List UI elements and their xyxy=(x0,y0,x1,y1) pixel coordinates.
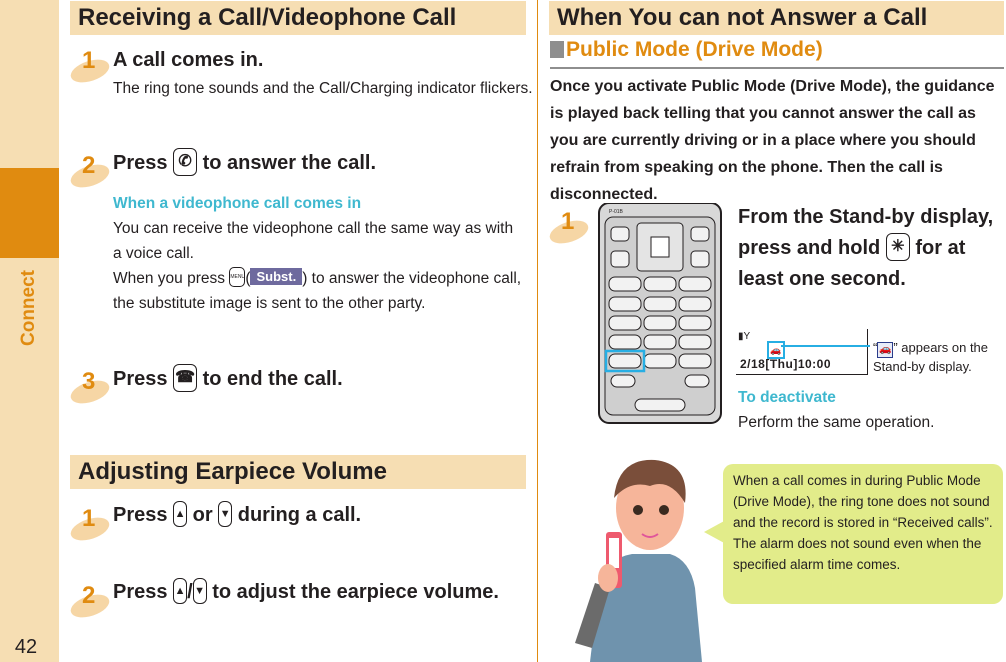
chapter-marker xyxy=(0,168,59,258)
volume-up-key-icon: ▲ xyxy=(173,577,188,604)
volume-step-number-1: 1 xyxy=(67,505,116,545)
volume-step-1-title: Press ▲ or ▼ during a call. xyxy=(113,500,361,530)
videophone-subheading: When a videophone call comes in xyxy=(113,195,362,212)
section-heading-cannot-answer: When You can not Answer a Call xyxy=(549,1,1004,35)
step-1-body: The ring tone sounds and the Call/Chargi… xyxy=(113,80,533,97)
step-number-1: 1 xyxy=(67,47,116,87)
public-mode-heading: Public Mode (Drive Mode) xyxy=(550,38,823,62)
volume-step-2-title: Press ▲/▼ to adjust the earpiece volume. xyxy=(113,577,513,607)
page-number: 42 xyxy=(14,636,38,658)
drive-mode-car-icon: 🚗 xyxy=(877,342,894,358)
public-mode-intro: Once you activate Public Mode (Drive Mod… xyxy=(550,78,995,203)
call-key-icon: ✆ xyxy=(173,147,198,176)
column-divider xyxy=(537,0,538,662)
public-step-1-title: From the Stand-by display, press and hol… xyxy=(738,206,994,290)
step-number-2: 2 xyxy=(67,152,116,192)
end-call-key-icon: ☎ xyxy=(173,363,198,392)
volume-down-key-icon: ▼ xyxy=(192,577,207,604)
chapter-label: Connect xyxy=(11,268,47,348)
step-2-title: Press ✆ to answer the call. xyxy=(113,147,376,178)
section-heading-receiving: Receiving a Call/Videophone Call xyxy=(70,1,526,35)
deactivate-body: Perform the same operation. xyxy=(738,414,935,431)
chapter-label-text: Connect xyxy=(18,270,39,346)
menu-key-icon: MENU xyxy=(229,266,246,287)
step-1-title: A call comes in. xyxy=(113,49,264,71)
drive-mode-note-bubble: When a call comes in during Public Mode … xyxy=(723,464,1003,604)
heading-rule xyxy=(550,67,1004,69)
volume-up-key-icon: ▲ xyxy=(173,500,188,527)
deactivate-subheading: To deactivate xyxy=(738,389,836,406)
phone-keypad-illustration: P-01B xyxy=(598,203,722,424)
standby-datetime: 2/18[Thu]10:00 xyxy=(740,357,832,371)
step-number-3: 3 xyxy=(67,368,116,408)
star-key-icon: ✳ xyxy=(885,232,910,261)
volume-down-key-icon: ▼ xyxy=(218,500,233,527)
signal-antenna-icon: ▮Y xyxy=(738,331,751,342)
section-heading-volume: Adjusting Earpiece Volume xyxy=(70,455,526,489)
public-step-number-1: 1 xyxy=(546,208,595,248)
callout-leader-line xyxy=(781,345,870,347)
step-3-title: Press ☎ to end the call. xyxy=(113,363,343,394)
standby-display-excerpt: ▮Y 🚗 2/18[Thu]10:00 xyxy=(736,329,868,375)
square-bullet-icon xyxy=(550,41,564,58)
person-with-phone-illustration xyxy=(575,459,702,662)
videophone-body-2: When you press MENU(Subst.) to answer th… xyxy=(113,266,523,316)
drive-mode-icon-callout: “🚗” appears on the Stand-by display. xyxy=(873,340,989,374)
videophone-body-1: You can receive the videophone call the … xyxy=(113,220,514,262)
subst-softkey: Subst. xyxy=(250,268,303,286)
phone-model-label: P-01B xyxy=(609,209,624,215)
volume-step-number-2: 2 xyxy=(67,582,116,622)
